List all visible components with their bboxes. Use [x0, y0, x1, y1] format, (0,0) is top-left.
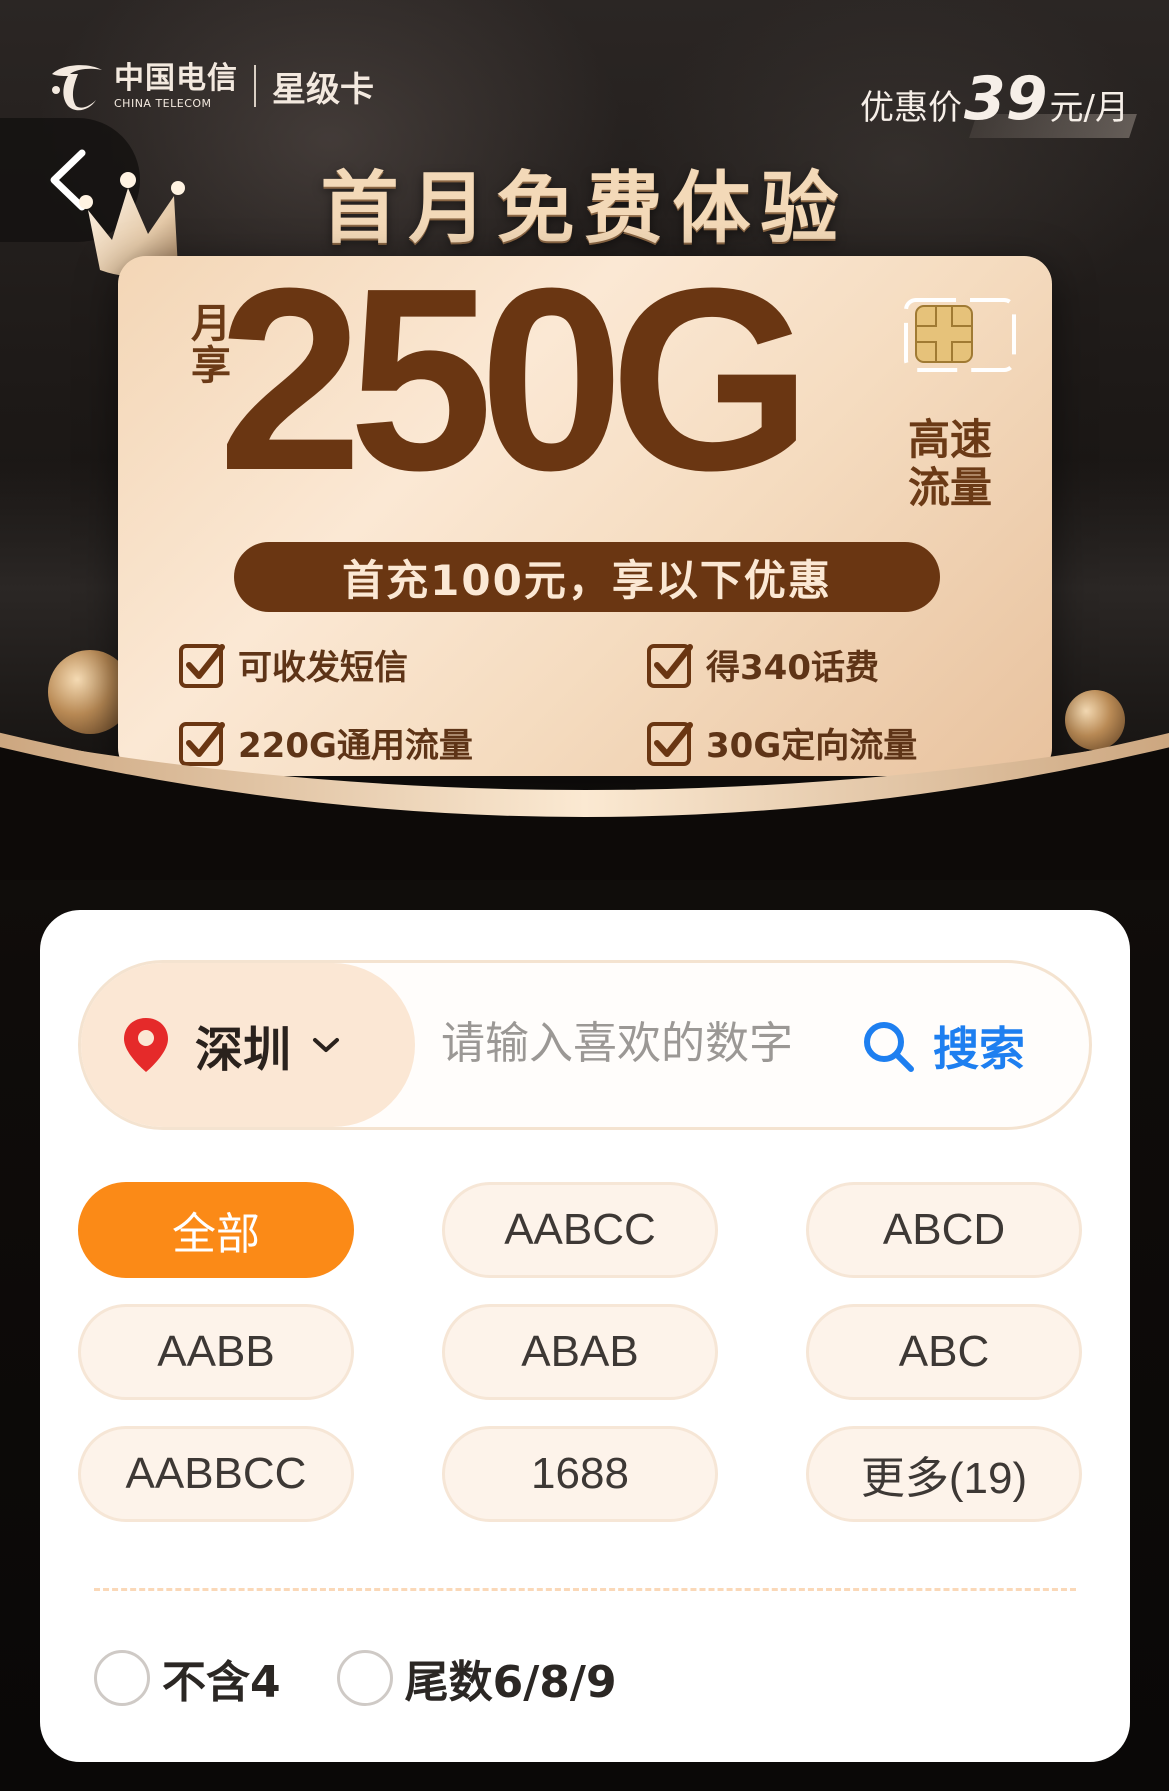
- filter-label: 不含4: [162, 1657, 281, 1708]
- benefit-label: 得340话费: [706, 648, 879, 688]
- search-bar: 深圳 搜索: [78, 960, 1092, 1130]
- search-button-label: 搜索: [933, 1022, 1025, 1076]
- checkbox-checked-icon: [647, 643, 693, 688]
- price-value: 39: [964, 64, 1048, 134]
- card-name: 星级卡: [272, 69, 374, 110]
- city-name: 深圳: [195, 1022, 292, 1078]
- radio-unchecked[interactable]: [94, 1650, 150, 1706]
- filter-options: 不含4 尾数6/8/9: [94, 1646, 673, 1710]
- search-button[interactable]: 搜索: [861, 1003, 1025, 1089]
- tag-more[interactable]: 更多(19): [806, 1426, 1082, 1522]
- tag-abab[interactable]: ABAB: [442, 1304, 718, 1400]
- checkbox-checked-icon: [179, 643, 225, 688]
- dashed-divider: [94, 1588, 1076, 1591]
- search-icon: [864, 1022, 914, 1072]
- chevron-down-icon: [313, 1038, 340, 1052]
- price-unit: 元/月: [1049, 88, 1129, 128]
- filter-no-four[interactable]: 不含4: [94, 1646, 281, 1710]
- radio-unchecked[interactable]: [336, 1650, 393, 1706]
- logo-separator: [254, 65, 256, 107]
- tag-abcd[interactable]: ABCD: [806, 1182, 1082, 1278]
- tag-1688[interactable]: 1688: [442, 1426, 718, 1522]
- tag-aabb[interactable]: AABB: [78, 1304, 354, 1400]
- filter-ending-689[interactable]: 尾数6/8/9: [336, 1646, 617, 1710]
- brand-name-cn: 中国电信: [114, 60, 238, 96]
- benefit-item: 得340话费: [646, 640, 879, 689]
- promo-data-amount: 250G: [218, 235, 812, 525]
- brand-logo: 中国电信 CHINA TELECOM 星级卡: [48, 60, 374, 112]
- brand-name-en: CHINA TELECOM: [114, 96, 212, 110]
- city-selector[interactable]: 深圳: [81, 963, 415, 1127]
- tag-aabbcc[interactable]: AABBCC: [78, 1426, 354, 1522]
- promo-speed-label: 高速流量: [908, 415, 993, 512]
- promo-card: 月享 250G 高速流量 首充100元，享以下优惠 可收发短信 得340话费 2…: [118, 250, 1052, 776]
- sim-card-icon: [904, 298, 1016, 372]
- number-selector-panel: 深圳 搜索 全部 AABCC ABCD AABB ABAB ABC AABBCC: [40, 910, 1130, 1762]
- hero-banner: 中国电信 CHINA TELECOM 星级卡 优惠价 39 元/月 首月免费体验…: [0, 0, 1169, 880]
- filter-label: 尾数6/8/9: [404, 1657, 617, 1708]
- location-pin-icon: [124, 1018, 168, 1072]
- gold-wave-decoration: [0, 732, 1169, 880]
- tag-all[interactable]: 全部: [78, 1182, 354, 1278]
- promo-offer-pill: 首充100元，享以下优惠: [234, 542, 940, 612]
- benefit-label: 可收发短信: [238, 648, 408, 688]
- page: 中国电信 CHINA TELECOM 星级卡 优惠价 39 元/月 首月免费体验…: [0, 0, 1169, 1791]
- number-search-input[interactable]: [441, 1003, 861, 1083]
- china-telecom-logo-icon: [52, 65, 102, 111]
- tag-abc[interactable]: ABC: [806, 1304, 1082, 1400]
- price-tag: 优惠价 39 元/月: [860, 64, 1137, 138]
- price-label: 优惠价: [860, 88, 963, 128]
- tag-aabcc[interactable]: AABCC: [442, 1182, 718, 1278]
- benefit-item: 可收发短信: [178, 640, 408, 689]
